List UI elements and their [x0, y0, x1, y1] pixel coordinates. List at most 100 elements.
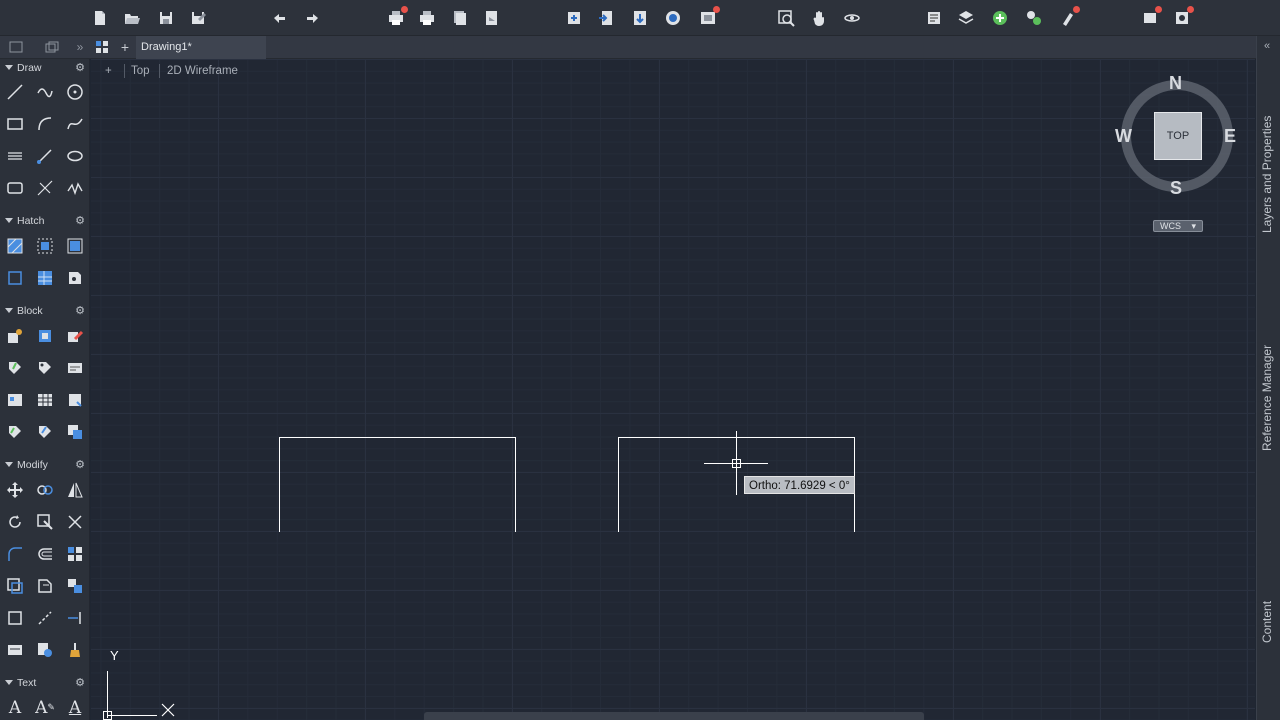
workspace-icon[interactable]	[1140, 6, 1162, 28]
properties-icon[interactable]	[924, 8, 944, 28]
collapse-palette-icon[interactable]: »	[72, 39, 88, 55]
construction-line-icon[interactable]	[35, 178, 55, 198]
tab-drawing1[interactable]: Drawing1*	[136, 36, 266, 59]
compass-west[interactable]: W	[1115, 126, 1132, 147]
app-store-icon[interactable]	[698, 6, 720, 28]
copy-icon[interactable]	[35, 480, 55, 500]
hatch-pattern-icon[interactable]	[35, 268, 55, 288]
sync-attribute-icon[interactable]	[35, 422, 55, 442]
layer-state-icon[interactable]	[1024, 8, 1044, 28]
join-icon[interactable]	[65, 576, 85, 596]
polyline-tool-icon[interactable]	[35, 82, 55, 102]
add-layer-icon[interactable]	[990, 8, 1010, 28]
image-attach-icon[interactable]	[65, 268, 85, 288]
drawing-canvas[interactable]: + Top 2D Wireframe Y TOP N S E W WCS ▾	[91, 59, 1255, 720]
array-icon[interactable]	[65, 544, 85, 564]
block-palette-icon[interactable]	[5, 390, 25, 410]
section-block[interactable]: Block ⚙	[0, 302, 90, 320]
match-properties-tool-icon[interactable]	[5, 640, 25, 660]
redo-icon[interactable]	[302, 8, 322, 28]
scale-icon[interactable]	[35, 512, 55, 532]
rotate-icon[interactable]	[5, 512, 25, 532]
gear-icon[interactable]: ⚙	[75, 302, 85, 320]
explode-icon[interactable]	[5, 576, 25, 596]
gear-icon[interactable]: ⚙	[75, 674, 85, 692]
edit-attribute-icon[interactable]	[65, 358, 85, 378]
quick-select-icon[interactable]	[35, 640, 55, 660]
viewport-layout-icon[interactable]	[8, 39, 24, 55]
new-tab-icon[interactable]: +	[117, 39, 133, 55]
block-editor-icon[interactable]	[65, 326, 85, 346]
section-modify[interactable]: Modify ⚙	[0, 456, 90, 474]
trim-icon[interactable]	[65, 512, 85, 532]
attach-icon[interactable]	[630, 8, 650, 28]
text-style-icon[interactable]: A	[65, 698, 85, 718]
copy-layout-icon[interactable]	[44, 39, 60, 55]
hatch-icon[interactable]	[5, 236, 25, 256]
spline-tool-icon[interactable]	[65, 114, 85, 134]
attribute-tag-icon[interactable]	[35, 358, 55, 378]
command-line[interactable]	[424, 712, 924, 720]
gear-icon[interactable]: ⚙	[75, 59, 85, 77]
insert-icon[interactable]	[35, 326, 55, 346]
import-icon[interactable]	[596, 8, 616, 28]
publish-icon[interactable]	[450, 8, 470, 28]
zoom-window-icon[interactable]	[776, 8, 796, 28]
grid-view-icon[interactable]	[94, 39, 110, 55]
ray-tool-icon[interactable]	[35, 146, 55, 166]
layer-icon[interactable]	[956, 8, 976, 28]
block-attribute-manager-icon[interactable]	[5, 422, 25, 442]
viewcube-top-face[interactable]: TOP	[1154, 112, 1202, 160]
viewcube[interactable]: TOP N S E W	[1111, 71, 1241, 201]
mirror-icon[interactable]	[65, 480, 85, 500]
circle-tool-icon[interactable]	[65, 82, 85, 102]
move-icon[interactable]	[5, 480, 25, 500]
chamfer-icon[interactable]	[35, 608, 55, 628]
reference-manager-tab[interactable]: Reference Manager	[1260, 345, 1274, 451]
undo-icon[interactable]	[270, 8, 290, 28]
gradient-icon[interactable]	[35, 236, 55, 256]
section-draw[interactable]: Draw ⚙	[0, 59, 90, 77]
single-line-text-icon[interactable]: A ✎	[35, 698, 55, 718]
compass-south[interactable]: S	[1170, 178, 1182, 199]
layers-properties-tab[interactable]: Layers and Properties	[1260, 116, 1274, 233]
insert-block-icon[interactable]	[564, 8, 584, 28]
paint-icon[interactable]	[65, 640, 85, 660]
match-properties-icon[interactable]	[1058, 6, 1080, 28]
collapse-panel-icon[interactable]: «	[1264, 40, 1270, 52]
save-as-icon[interactable]	[188, 8, 208, 28]
open-file-icon[interactable]	[122, 8, 142, 28]
revision-cloud-icon[interactable]	[65, 178, 85, 198]
section-hatch[interactable]: Hatch ⚙	[0, 212, 90, 230]
content-tab[interactable]: Content	[1260, 601, 1274, 643]
section-text[interactable]: Text ⚙	[0, 674, 90, 692]
wcs-dropdown[interactable]: WCS ▾	[1153, 220, 1203, 232]
orbit-icon[interactable]	[842, 8, 862, 28]
create-block-icon[interactable]	[5, 326, 25, 346]
plot-icon[interactable]	[386, 6, 408, 28]
line-tool-icon[interactable]	[5, 82, 25, 102]
export-pdf-icon[interactable]	[482, 8, 502, 28]
break-icon[interactable]	[5, 608, 25, 628]
wipeout-icon[interactable]	[5, 268, 25, 288]
compass-east[interactable]: E	[1224, 126, 1236, 147]
define-attribute-icon[interactable]	[5, 358, 25, 378]
stretch-icon[interactable]	[35, 576, 55, 596]
gear-icon[interactable]: ⚙	[75, 212, 85, 230]
arc-tool-icon[interactable]	[35, 114, 55, 134]
share-icon[interactable]	[663, 8, 683, 28]
boundary-icon[interactable]	[65, 236, 85, 256]
pan-icon[interactable]	[810, 8, 830, 28]
offset-icon[interactable]	[35, 544, 55, 564]
table-icon[interactable]	[35, 390, 55, 410]
multiline-text-icon[interactable]: A	[5, 698, 25, 718]
ellipse-tool-icon[interactable]	[65, 146, 85, 166]
fillet-icon[interactable]	[5, 544, 25, 564]
save-icon[interactable]	[156, 8, 176, 28]
settings-icon[interactable]	[1172, 6, 1194, 28]
region-tool-icon[interactable]	[5, 178, 25, 198]
extract-data-icon[interactable]	[65, 422, 85, 442]
gear-icon[interactable]: ⚙	[75, 456, 85, 474]
extend-icon[interactable]	[65, 608, 85, 628]
compass-north[interactable]: N	[1169, 73, 1182, 94]
